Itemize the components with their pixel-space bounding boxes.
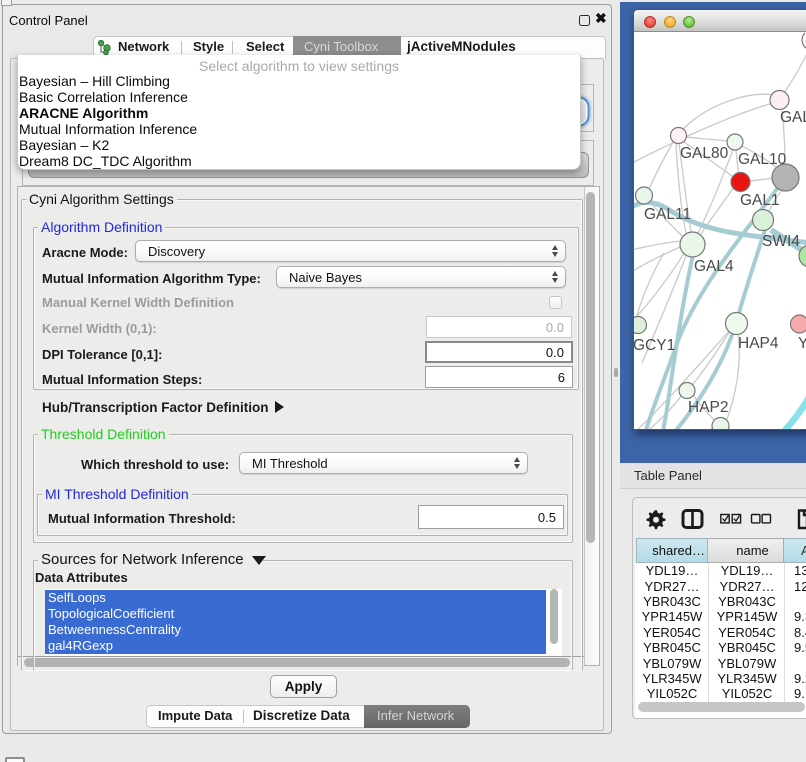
svg-text:GAL1: GAL1 bbox=[740, 192, 780, 209]
svg-text:GAL10: GAL10 bbox=[738, 151, 787, 168]
svg-text:GAL11: GAL11 bbox=[644, 206, 691, 223]
svg-text:GAL4: GAL4 bbox=[694, 258, 734, 275]
svg-text:GAL80: GAL80 bbox=[680, 145, 729, 162]
svg-text:HAP4: HAP4 bbox=[738, 335, 779, 352]
svg-text:GAL7: GAL7 bbox=[780, 109, 806, 126]
svg-text:SWI4: SWI4 bbox=[762, 233, 800, 250]
svg-text:YM: YM bbox=[798, 335, 806, 352]
svg-text:GCY1: GCY1 bbox=[634, 337, 675, 354]
svg-text:HAP2: HAP2 bbox=[688, 399, 729, 416]
